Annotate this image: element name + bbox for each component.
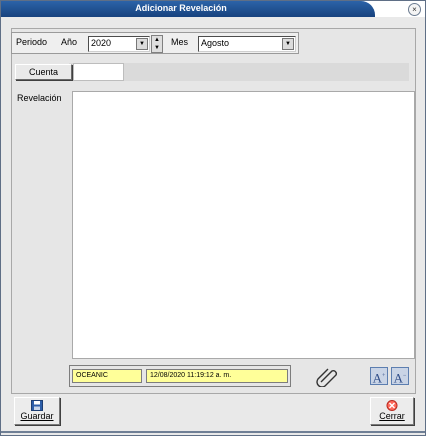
close-window-button[interactable]: ×	[408, 3, 421, 16]
title-tab: Adicionar Revelación	[1, 1, 375, 17]
revelacion-textarea[interactable]	[72, 91, 415, 359]
periodo-label: Periodo	[16, 37, 48, 47]
dialog-window: Adicionar Revelación × Periodo Año 2020 …	[0, 0, 426, 436]
close-button[interactable]: Cerrar	[370, 397, 414, 425]
anio-select[interactable]: 2020 ▼	[88, 36, 150, 52]
revelacion-label: Revelación	[17, 93, 62, 103]
datetime-field: 12/08/2020 11:19:12 a. m.	[146, 369, 288, 383]
mes-label: Mes	[171, 37, 189, 47]
mes-select[interactable]: Agosto ▼	[198, 36, 296, 52]
save-button[interactable]: Guardar	[14, 397, 60, 425]
anio-label: Año	[61, 37, 78, 47]
attach-button[interactable]	[313, 365, 340, 388]
close-icon	[386, 400, 398, 411]
chevron-down-icon[interactable]: ▼	[282, 38, 294, 50]
save-button-label: Guardar	[20, 411, 54, 421]
close-button-label: Cerrar	[379, 411, 405, 421]
mes-value: Agosto	[201, 38, 230, 48]
cuenta-input[interactable]	[73, 63, 124, 81]
font-decrease-icon: A	[393, 370, 403, 386]
chevron-down-icon[interactable]: ▼	[136, 38, 148, 50]
window-title: Adicionar Revelación	[135, 3, 227, 13]
font-increase-icon: A	[372, 370, 382, 386]
cuenta-button[interactable]: Cuenta	[15, 64, 72, 80]
title-bar: Adicionar Revelación ×	[1, 1, 425, 17]
window-bottom-border	[1, 431, 425, 433]
font-increase-button[interactable]: A+	[370, 367, 388, 385]
anio-value: 2020	[91, 38, 112, 48]
spin-up-icon[interactable]: ▲	[152, 36, 162, 44]
font-decrease-button[interactable]: A−	[391, 367, 409, 385]
floppy-disk-icon	[31, 400, 43, 411]
anio-spinner[interactable]: ▲ ▼	[151, 35, 163, 53]
user-field: OCEANIC	[72, 369, 142, 383]
paperclip-icon	[316, 368, 337, 388]
spin-down-icon[interactable]: ▼	[152, 44, 162, 52]
